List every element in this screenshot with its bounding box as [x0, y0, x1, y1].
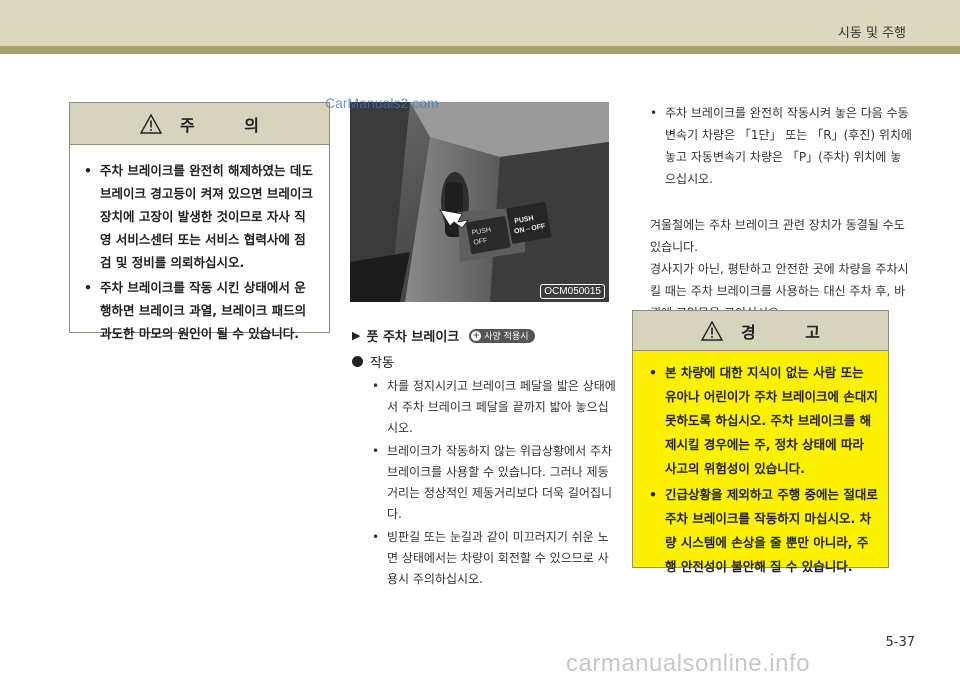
- bullet-icon: •: [649, 365, 657, 380]
- chapter-title: 시동 및 주행: [837, 26, 906, 41]
- bullet-icon: •: [372, 379, 380, 393]
- section-title-text: 풋 주차 브레이크: [366, 330, 460, 345]
- header-stripe: [0, 46, 960, 54]
- list-item: • 빙판길 또는 눈길과 같이 미끄러지기 쉬운 노면 상태에서는 차량이 회전할…: [372, 527, 617, 590]
- list-item: • 브레이크가 작동하지 않는 위급상황에서 주차 브레이크를 사용할 수 있습니…: [372, 441, 617, 525]
- operation-item-text: 브레이크가 작동하지 않는 위급상황에서 주차 브레이크를 사용할 수 있습니다…: [387, 444, 613, 521]
- bullet-icon: •: [372, 530, 380, 544]
- page-number: 5-37: [885, 635, 915, 650]
- sub-heading: 작동: [352, 352, 394, 371]
- bullet-icon: •: [84, 280, 92, 295]
- list-item: • 차를 정지시키고 브레이크 페달을 밟은 상태에서 주차 브레이크 페달을 끝…: [372, 376, 617, 439]
- right-list: • 주차 브레이크를 완전히 작동시켜 놓은 다음 수동변속기 차량은 「1단」 …: [650, 102, 912, 190]
- warning-item-text: 긴급상황을 제외하고 주행 중에는 절대로 주차 브레이크를 작동하지 마십시오…: [665, 487, 878, 574]
- parking-brake-photo: PUSH OFF PUSH ON⇔OFF OCM050015: [350, 102, 609, 302]
- caution-title: 주 의: [179, 115, 281, 135]
- header-band: [0, 0, 960, 46]
- warning-triangle-icon: [139, 113, 162, 134]
- caution-item-text: 주차 브레이크를 완전히 해제하였는 데도 브레이크 경고등이 켜져 있으면 브…: [100, 163, 313, 270]
- sub-heading-text: 작동: [370, 356, 394, 371]
- right-item-text: 주차 브레이크를 완전히 작동시켜 놓은 다음 수동변속기 차량은 「1단」 또…: [665, 106, 912, 186]
- operation-item-text: 빙판길 또는 눈길과 같이 미끄러지기 쉬운 노면 상태에서는 차량이 회전할 …: [387, 530, 609, 586]
- warning-header: 경 고: [633, 311, 888, 351]
- caution-list: • 주차 브레이크를 완전히 해제하였는 데도 브레이크 경고등이 켜져 있으면 …: [70, 145, 329, 345]
- section-title: ▶ 풋 주차 브레이크 + 사양 적용시: [352, 326, 535, 345]
- circle-bullet-icon: [352, 356, 363, 367]
- warning-title: 경 고: [740, 322, 842, 342]
- warning-box: 경 고 • 본 차량에 대한 지식이 없는 사람 또는 유아나 어린이가 주차 브…: [632, 310, 889, 574]
- list-item: • 주차 브레이크를 완전히 해제하였는 데도 브레이크 경고등이 켜져 있으면 …: [84, 159, 317, 274]
- bullet-icon: •: [650, 106, 658, 120]
- caution-box: 주 의 • 주차 브레이크를 완전히 해제하였는 데도 브레이크 경고등이 켜져 …: [69, 102, 330, 341]
- watermark-bottom: carmanualsonline.info: [566, 650, 810, 677]
- operation-item-text: 차를 정지시키고 브레이크 페달을 밟은 상태에서 주차 브레이크 페달을 끝까…: [387, 379, 616, 435]
- bullet-icon: •: [372, 444, 380, 458]
- figure-code: OCM050015: [540, 284, 605, 299]
- list-item: • 주차 브레이크를 완전히 작동시켜 놓은 다음 수동변속기 차량은 「1단」 …: [650, 102, 912, 190]
- warning-triangle-icon: [700, 320, 723, 341]
- warning-list: • 본 차량에 대한 지식이 없는 사람 또는 유아나 어린이가 주차 브레이크에…: [633, 351, 888, 579]
- list-item: • 본 차량에 대한 지식이 없는 사람 또는 유아나 어린이가 주차 브레이크에…: [649, 361, 878, 481]
- play-arrow-icon: ▶: [352, 329, 361, 342]
- bullet-icon: •: [84, 163, 92, 178]
- bullet-icon: •: [649, 487, 657, 502]
- plus-icon: +: [471, 330, 482, 341]
- watermark-top: CarManuals2.com: [325, 95, 439, 111]
- winter-paragraph: 겨울철에는 주차 브레이크 관련 장치가 동결될 수도 있습니다.: [650, 218, 905, 254]
- option-badge: + 사양 적용시: [469, 328, 535, 343]
- list-item: • 긴급상황을 제외하고 주행 중에는 절대로 주차 브레이크를 작동하지 마십시…: [649, 483, 878, 579]
- option-badge-text: 사양 적용시: [484, 332, 529, 342]
- caution-header: 주 의: [70, 103, 329, 145]
- caution-item-text: 주차 브레이크를 작동 시킨 상태에서 운행하면 브레이크 과열, 브레이크 패…: [100, 280, 307, 341]
- operation-list: • 차를 정지시키고 브레이크 페달을 밟은 상태에서 주차 브레이크 페달을 끝…: [372, 376, 617, 592]
- warning-item-text: 본 차량에 대한 지식이 없는 사람 또는 유아나 어린이가 주차 브레이크에 …: [665, 365, 878, 476]
- list-item: • 주차 브레이크를 작동 시킨 상태에서 운행하면 브레이크 과열, 브레이크 …: [84, 276, 317, 345]
